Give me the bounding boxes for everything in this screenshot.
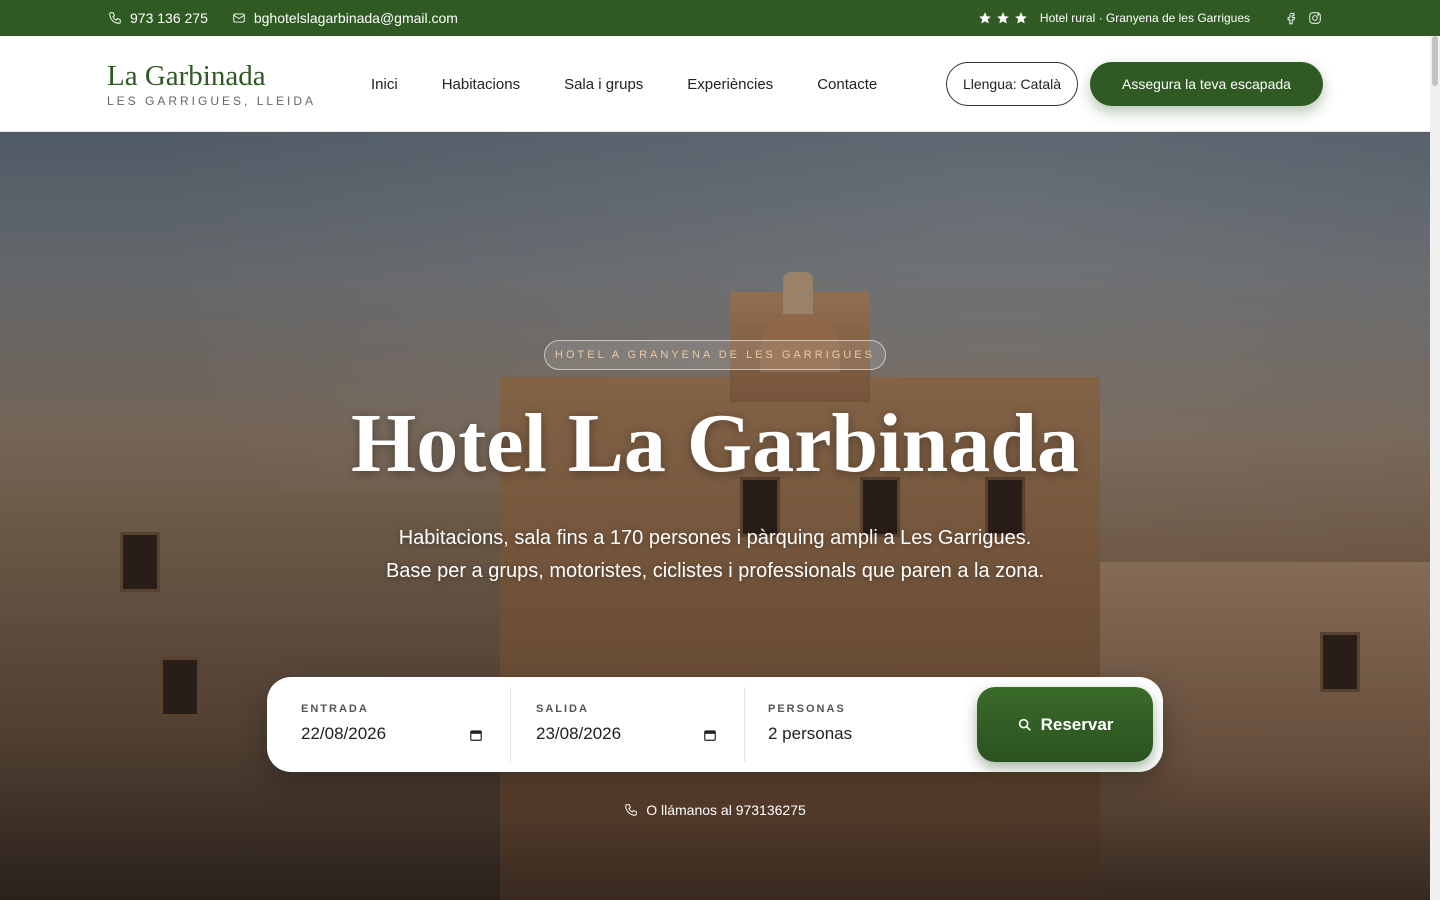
calendar-icon[interactable] [469, 728, 483, 742]
email-address: bghotelslagarbinada@gmail.com [253, 10, 458, 26]
rating-stars [978, 11, 1028, 25]
checkin-value[interactable]: 22/08/2026 [301, 724, 386, 744]
nav-inici[interactable]: Inici [371, 76, 398, 93]
guests-label: PERSONAS [768, 703, 846, 715]
call-note-text: O llámanos al 973136275 [646, 802, 806, 818]
nav-contacte[interactable]: Contacte [817, 76, 877, 93]
hero-section: HOTEL A GRANYENA DE LES GARRIGUES Hotel … [0, 132, 1430, 900]
email-link[interactable]: bghotelslagarbinada@gmail.com [232, 10, 458, 26]
hero-badge: HOTEL A GRANYENA DE LES GARRIGUES [544, 340, 886, 370]
star-icon [979, 12, 991, 24]
checkout-value[interactable]: 23/08/2026 [536, 724, 621, 744]
nav-sala-grups[interactable]: Sala i grups [564, 76, 643, 93]
hotel-category: Hotel rural · Granyena de les Garrigues [1039, 11, 1250, 25]
main-nav: Inici Habitacions Sala i grups Experiènc… [371, 36, 877, 132]
phone-link[interactable]: 973 136 275 [108, 10, 208, 26]
scrollbar-thumb[interactable] [1432, 36, 1438, 86]
hero-subtitle: Habitacions, sala fins a 170 persones i … [385, 527, 1045, 582]
instagram-icon[interactable] [1308, 11, 1322, 25]
mail-icon [233, 13, 245, 23]
reserve-button[interactable]: Reservar [977, 687, 1153, 762]
checkout-label: SALIDA [536, 703, 589, 715]
hero-title: Hotel La Garbinada [350, 397, 1080, 490]
page-scrollbar[interactable] [1430, 36, 1440, 900]
guests-field[interactable]: PERSONAS 2 personas [768, 677, 968, 772]
nav-habitacions[interactable]: Habitacions [442, 76, 520, 93]
search-icon [1018, 718, 1031, 731]
checkout-field[interactable]: SALIDA 23/08/2026 [536, 677, 746, 772]
reserve-label: Reservar [1040, 714, 1114, 734]
book-escape-button[interactable]: Assegura la teva escapada [1090, 62, 1323, 106]
star-icon [1015, 12, 1027, 24]
phone-icon [109, 12, 121, 24]
phone-number: 973 136 275 [130, 10, 208, 26]
hero-overlay [0, 132, 1430, 900]
facebook-icon[interactable] [1284, 11, 1298, 25]
field-divider [744, 687, 745, 762]
calendar-icon[interactable] [703, 728, 717, 742]
booking-form: ENTRADA 22/08/2026 SALIDA 23/08/2026 PER… [267, 677, 1163, 772]
brand-logo[interactable]: La Garbinada LES GARRIGUES, LLEIDA [107, 60, 316, 108]
brand-name: La Garbinada [107, 60, 266, 92]
language-button[interactable]: Llengua: Català [946, 62, 1078, 106]
call-note[interactable]: O llámanos al 973136275 [0, 802, 1430, 818]
star-icon [997, 12, 1009, 24]
nav-experiencies[interactable]: Experiències [687, 76, 773, 93]
checkin-label: ENTRADA [301, 703, 369, 715]
phone-icon [625, 804, 637, 816]
field-divider [510, 687, 511, 762]
brand-location: LES GARRIGUES, LLEIDA [107, 94, 317, 108]
top-contact-bar: 973 136 275 bghotelslagarbinada@gmail.co… [0, 0, 1440, 36]
guests-value[interactable]: 2 personas [768, 724, 852, 744]
checkin-field[interactable]: ENTRADA 22/08/2026 [301, 677, 511, 772]
site-header: La Garbinada LES GARRIGUES, LLEIDA Inici… [0, 36, 1440, 132]
